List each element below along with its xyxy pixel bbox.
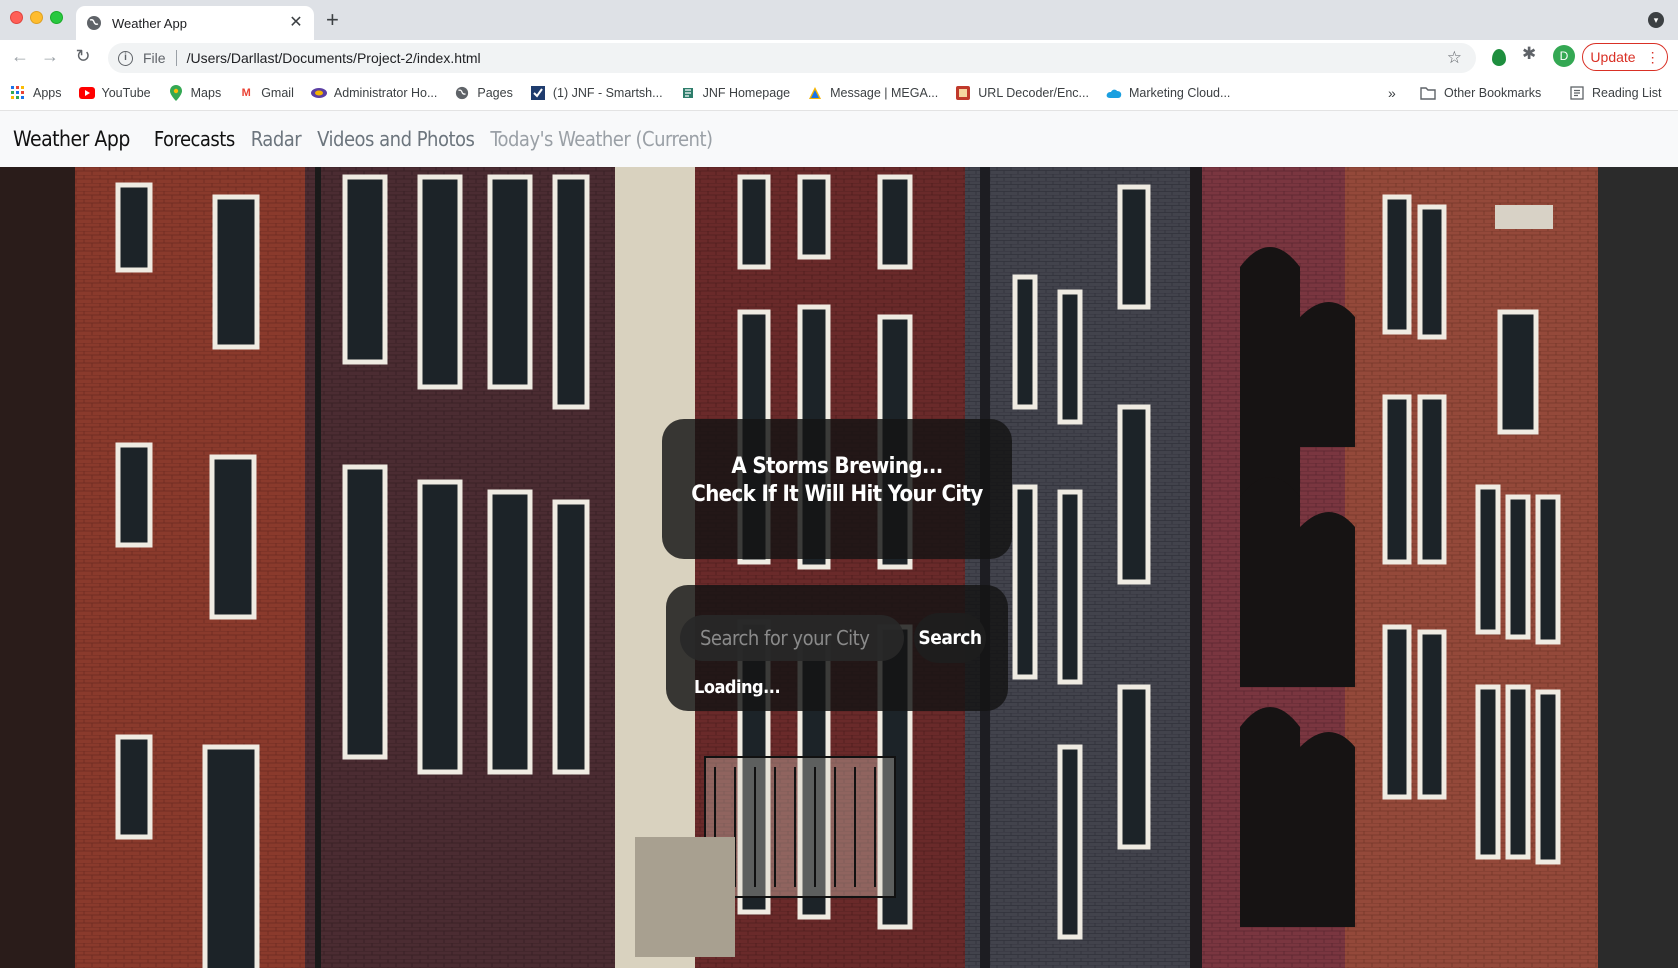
globe-icon <box>87 16 101 30</box>
maps-pin-icon <box>168 85 184 101</box>
minimize-window-button[interactable] <box>30 11 43 24</box>
reload-icon[interactable]: ↻ <box>71 46 95 67</box>
bookmark-star-icon[interactable]: ☆ <box>1447 48 1462 68</box>
admin-icon <box>310 85 327 101</box>
bookmark-label: Maps <box>190 86 222 100</box>
hero-background-image <box>0 167 1598 968</box>
buildings-photo <box>0 167 1598 968</box>
info-icon[interactable]: i <box>118 50 133 66</box>
bookmark-label: Pages <box>477 86 513 100</box>
address-bar[interactable]: i File /Users/Darllast/Documents/Project… <box>108 43 1476 73</box>
tab-search-icon[interactable]: ▾ <box>1648 12 1664 28</box>
gmail-icon: M <box>241 87 251 99</box>
jnf-icon <box>680 85 696 101</box>
search-panel: Search Loading... <box>666 585 1008 711</box>
bookmark-label: Marketing Cloud... <box>1128 86 1231 100</box>
extensions-puzzle-icon[interactable]: ✱ <box>1522 44 1536 64</box>
more-bookmarks-icon[interactable]: » <box>1388 76 1396 110</box>
reading-list-button[interactable]: Reading List <box>1570 76 1662 110</box>
reading-list-label: Reading List <box>1592 86 1662 100</box>
kebab-menu-icon: ⋮ <box>1645 48 1660 65</box>
bookmark-label: Administrator Ho... <box>333 86 438 100</box>
bookmark-item[interactable]: Maps <box>168 85 222 101</box>
headline-text: A Storms Brewing... Check If It Will Hit… <box>662 453 1012 509</box>
browser-tabbar: Weather App ✕ + ▾ <box>0 0 1678 40</box>
bookmark-item[interactable]: YouTube <box>78 85 151 101</box>
url-decoder-icon <box>955 85 971 101</box>
bookmark-label: URL Decoder/Enc... <box>978 86 1089 100</box>
nav-link-todays-weather[interactable]: Today's Weather (Current) <box>490 127 713 151</box>
browser-tab[interactable]: Weather App ✕ <box>76 6 314 40</box>
nav-link-videos-photos[interactable]: Videos and Photos <box>317 127 475 151</box>
browser-toolbar: ← → ↻ i File /Users/Darllast/Documents/P… <box>0 40 1678 111</box>
bookmark-label: (1) JNF - Smartsh... <box>552 86 663 100</box>
page-content: Weather App Forecasts Radar Videos and P… <box>0 111 1678 968</box>
youtube-icon <box>78 85 95 101</box>
bookmark-item[interactable]: JNF Homepage <box>680 85 791 101</box>
bookmark-item[interactable]: URL Decoder/Enc... <box>955 85 1089 101</box>
app-brand[interactable]: Weather App <box>13 127 130 151</box>
url-scheme: File <box>143 50 166 66</box>
app-navbar: Weather App Forecasts Radar Videos and P… <box>0 111 1678 167</box>
bookmark-label: Gmail <box>261 86 294 100</box>
globe-icon <box>454 85 470 101</box>
nav-link-forecasts[interactable]: Forecasts <box>154 127 235 151</box>
reading-list-icon <box>1570 86 1584 100</box>
other-bookmarks-label: Other Bookmarks <box>1444 86 1542 100</box>
headline-line-2: Check If It Will Hit Your City <box>691 482 983 507</box>
page-right-margin <box>1598 167 1678 968</box>
url-text[interactable]: /Users/Darllast/Documents/Project-2/inde… <box>187 50 1447 66</box>
headline-panel: A Storms Brewing... Check If It Will Hit… <box>662 419 1012 559</box>
nav-link-radar[interactable]: Radar <box>251 127 302 151</box>
bookmark-item[interactable]: Pages <box>454 85 513 101</box>
cloud-icon <box>1106 85 1122 101</box>
bookmark-label: JNF Homepage <box>702 86 791 100</box>
maximize-window-button[interactable] <box>50 11 63 24</box>
headline-line-1: A Storms Brewing... <box>731 454 943 479</box>
close-tab-icon[interactable]: ✕ <box>288 15 304 31</box>
omnibox-divider <box>175 50 177 66</box>
tab-title: Weather App <box>112 15 187 31</box>
search-button[interactable]: Search <box>914 613 986 663</box>
bookmark-item[interactable]: Apps <box>10 85 62 101</box>
bookmark-label: YouTube <box>101 86 151 100</box>
bookmark-item[interactable]: Marketing Cloud... <box>1106 85 1230 101</box>
profile-avatar[interactable]: D <box>1553 45 1575 67</box>
city-search-input[interactable] <box>680 615 904 661</box>
folder-icon <box>1420 86 1436 100</box>
mega-icon <box>807 85 823 101</box>
apps-grid-icon <box>10 85 26 101</box>
extension-icon[interactable] <box>1492 49 1506 66</box>
update-label: Update <box>1590 49 1636 65</box>
bookmark-label: Apps <box>33 86 62 100</box>
back-arrow-icon[interactable]: ← <box>8 46 32 67</box>
bookmark-item[interactable]: Message | MEGA... <box>807 85 938 101</box>
bookmark-label: Message | MEGA... <box>830 86 939 100</box>
new-tab-icon[interactable]: + <box>326 8 339 32</box>
other-bookmarks-folder[interactable]: Other Bookmarks <box>1420 76 1541 110</box>
loading-status: Loading... <box>694 677 781 698</box>
bookmark-item[interactable]: M Gmail <box>238 85 294 101</box>
forward-arrow-icon[interactable]: → <box>38 46 62 67</box>
bookmark-item[interactable]: (1) JNF - Smartsh... <box>530 85 663 101</box>
bookmark-item[interactable]: Administrator Ho... <box>310 85 438 101</box>
close-window-button[interactable] <box>10 11 23 24</box>
smartsheet-icon <box>530 85 546 101</box>
update-button[interactable]: Update ⋮ <box>1582 43 1668 71</box>
